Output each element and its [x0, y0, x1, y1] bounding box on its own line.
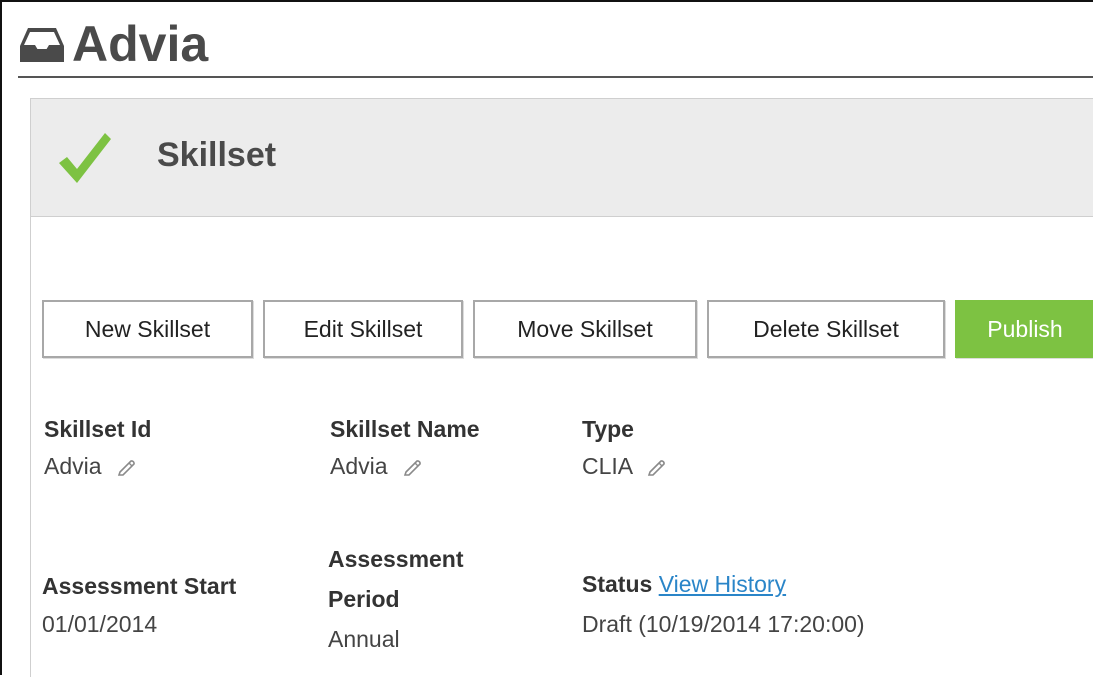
type-field: Type CLIA	[582, 415, 666, 480]
skillset-name-label: Skillset Name	[330, 416, 480, 442]
view-history-link[interactable]: View History	[659, 571, 786, 597]
skillset-id-value: Advia	[44, 453, 102, 479]
page-header: Advia	[18, 16, 1093, 78]
pencil-icon[interactable]	[646, 456, 666, 476]
new-skillset-button[interactable]: New Skillset	[42, 300, 253, 358]
page-title: Advia	[72, 16, 209, 72]
status-label: Status	[582, 571, 653, 597]
status-field: Status View History Draft (10/19/2014 17…	[582, 570, 865, 638]
delete-skillset-button[interactable]: Delete Skillset	[707, 300, 945, 358]
skillset-id-label: Skillset Id	[44, 416, 152, 442]
inbox-tray-icon	[20, 28, 64, 62]
skillset-name-value: Advia	[330, 453, 388, 479]
assessment-period-label-line1: Assessment	[328, 546, 464, 572]
assessment-period-value: Annual	[328, 626, 400, 652]
assessment-start-field: Assessment Start 01/01/2014	[42, 572, 236, 638]
type-value: CLIA	[582, 453, 632, 479]
skillset-panel: Skillset New Skillset Edit Skillset Move…	[30, 98, 1093, 677]
assessment-start-label: Assessment Start	[42, 573, 237, 599]
move-skillset-button[interactable]: Move Skillset	[473, 300, 697, 358]
assessment-period-field: Assessment Period Annual	[328, 545, 464, 653]
type-label: Type	[582, 416, 634, 442]
checkmark-icon	[59, 133, 111, 183]
pencil-icon[interactable]	[116, 456, 136, 476]
panel-heading: Skillset	[31, 99, 1093, 217]
skillset-id-field: Skillset Id Advia	[44, 415, 151, 480]
edit-skillset-button[interactable]: Edit Skillset	[263, 300, 463, 358]
pencil-icon[interactable]	[402, 456, 422, 476]
publish-button[interactable]: Publish	[955, 300, 1093, 358]
skillset-name-field: Skillset Name Advia	[330, 415, 480, 480]
window-frame: Advia Skillset New Skillset Edit Skillse…	[0, 0, 1093, 677]
assessment-start-value: 01/01/2014	[42, 611, 158, 637]
assessment-period-label-line2: Period	[328, 586, 400, 612]
panel-title: Skillset	[157, 136, 277, 174]
status-value: Draft (10/19/2014 17:20:00)	[582, 611, 865, 637]
